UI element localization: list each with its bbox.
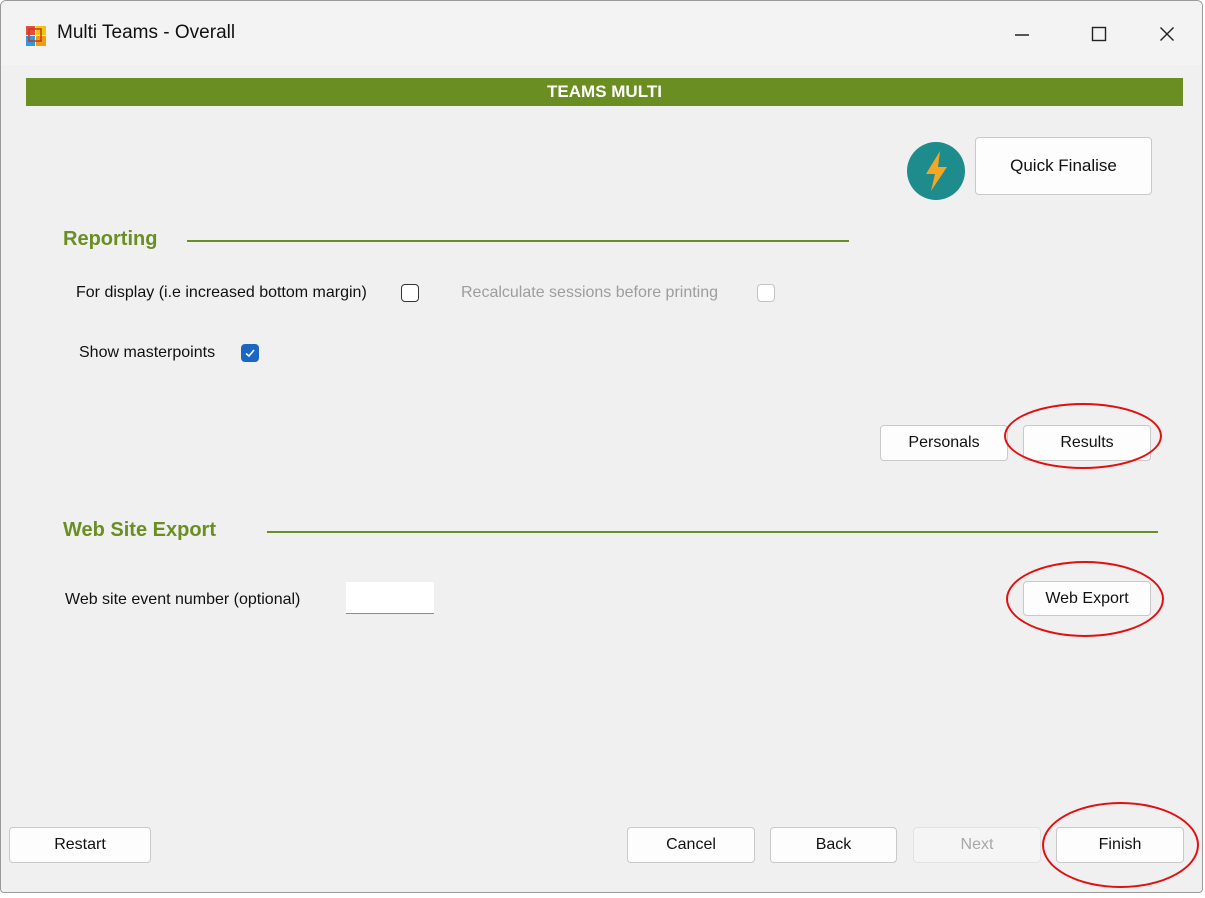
- window-title: Multi Teams - Overall: [57, 22, 236, 43]
- personals-button[interactable]: Personals: [880, 425, 1008, 461]
- close-button[interactable]: [1144, 13, 1190, 55]
- reporting-section-title: Reporting: [63, 228, 158, 250]
- maximize-icon: [1091, 26, 1107, 42]
- minimize-icon: [1015, 34, 1029, 36]
- close-icon: [1160, 27, 1174, 41]
- web-export-section-title: Web Site Export: [63, 519, 216, 541]
- cancel-button[interactable]: Cancel: [627, 827, 755, 863]
- back-button[interactable]: Back: [770, 827, 897, 863]
- checkmark-icon: [245, 349, 255, 358]
- wizard-window: Multi Teams - Overall TEAMS MULTI Quick …: [0, 0, 1203, 893]
- recalculate-label: Recalculate sessions before printing: [461, 284, 719, 301]
- page-banner: TEAMS MULTI: [26, 78, 1183, 106]
- maximize-button[interactable]: [1076, 13, 1122, 55]
- next-button[interactable]: Next: [913, 827, 1041, 863]
- title-bar: Multi Teams - Overall: [1, 1, 1202, 65]
- show-masterpoints-label: Show masterpoints: [79, 344, 216, 361]
- quick-finalise-button[interactable]: Quick Finalise: [975, 137, 1152, 195]
- minimize-button[interactable]: [999, 13, 1045, 55]
- restart-button[interactable]: Restart: [9, 827, 151, 863]
- show-masterpoints-checkbox[interactable]: [241, 344, 259, 362]
- app-icon: [26, 26, 46, 46]
- event-number-label: Web site event number (optional): [65, 591, 301, 608]
- finish-button[interactable]: Finish: [1056, 827, 1184, 863]
- reporting-divider: [187, 240, 849, 242]
- web-export-divider: [267, 531, 1158, 533]
- web-export-button[interactable]: Web Export: [1023, 581, 1151, 616]
- event-number-input[interactable]: [346, 582, 434, 614]
- lightning-bolt-icon[interactable]: [906, 141, 966, 201]
- recalculate-checkbox[interactable]: [757, 284, 775, 302]
- for-display-checkbox[interactable]: [401, 284, 419, 302]
- for-display-label: For display (i.e increased bottom margin…: [76, 284, 367, 301]
- results-button[interactable]: Results: [1023, 425, 1151, 461]
